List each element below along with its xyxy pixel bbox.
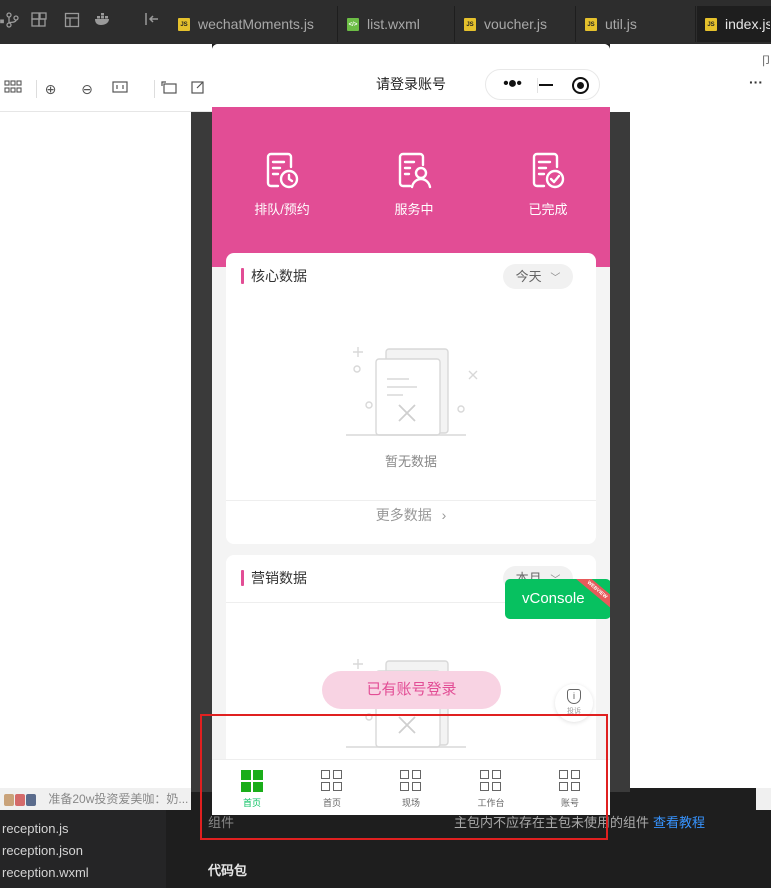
ide-top-bar: ▪ JS wechatMoments.js </> list.wxml JS vouc… — [0, 0, 771, 44]
file-item-reception-js[interactable]: reception.js — [0, 818, 166, 840]
status-strip: 准备20w投资爱美咖：奶... — [0, 788, 191, 810]
empty-state-illustration — [346, 347, 478, 436]
capsule-divider — [537, 78, 538, 93]
avatar — [4, 793, 14, 806]
grid-icon — [559, 770, 581, 792]
editor-left-area — [0, 112, 191, 788]
tab-label: list.wxml — [367, 16, 420, 32]
info-icon: i — [567, 689, 581, 704]
report-label: 投诉 — [567, 708, 581, 715]
empty-state-text: 暂无数据 — [384, 454, 437, 469]
bottom-panel: 组件 主包内不应存在主包未使用的组件 查看教程 代码包 — [166, 810, 771, 888]
header-item-completed[interactable]: 已完成 — [493, 151, 603, 218]
file-item-reception-wxml[interactable]: reception.wxml — [0, 862, 166, 884]
grid-icon[interactable] — [4, 80, 22, 98]
header-item-queue[interactable]: 排队/预约 — [227, 151, 337, 218]
tab-workbench[interactable]: 工作台 — [451, 768, 531, 809]
home-grid-icon — [241, 770, 263, 792]
js-file-icon: JS — [705, 17, 717, 31]
simulator-toolbar: ⊕ ⊖ — [0, 44, 212, 112]
vconsole-button[interactable]: vConsole WEBVIEW — [505, 579, 610, 619]
tab-label: 账号 — [560, 798, 579, 808]
js-file-icon: JS — [585, 17, 597, 31]
more-icon[interactable]: ··· — [749, 74, 763, 90]
js-file-icon: JS — [464, 17, 476, 31]
grid-icon — [480, 770, 502, 792]
card-title: 营销数据 — [241, 567, 307, 589]
avatar — [26, 793, 36, 806]
tab-voucher-js[interactable]: JS voucher.js — [456, 6, 576, 42]
chevron-down-icon: ﹀ — [550, 273, 561, 284]
card-title: 核心数据 — [241, 265, 307, 287]
editor-toolbar-right: 卩 ··· — [610, 44, 771, 112]
core-data-card: 核心数据 今天 ﹀ 暂无数据 更多数据 › — [226, 253, 596, 544]
phone-simulator: 请登录账号 •●• 排队/预约 服务中 已完成 核心数据 今天 ﹀ 暂无数据 更… — [212, 44, 610, 815]
grid-icon — [321, 770, 343, 792]
status-strip-right — [756, 788, 771, 810]
header-label: 服务中 — [394, 202, 434, 217]
tab-label: 首页 — [242, 798, 261, 808]
pin-icon[interactable]: 卩 — [760, 52, 771, 69]
chevron-right-icon: › — [441, 507, 447, 523]
tab-label: 现场 — [401, 798, 420, 808]
tab-label: index.js — [725, 16, 771, 32]
js-file-icon: JS — [178, 17, 190, 31]
header-item-in-service[interactable]: 服务中 — [359, 151, 469, 218]
existing-account-login-button[interactable]: 已有账号登录 — [322, 671, 501, 709]
header-label: 排队/预约 — [254, 202, 310, 217]
tab-index-js[interactable]: JS index.js — [697, 6, 771, 42]
file-tree: reception.js reception.json reception.wx… — [0, 810, 166, 888]
collapse-icon[interactable] — [142, 12, 162, 32]
more-data-label: 更多数据 — [375, 507, 432, 523]
minimize-icon[interactable] — [539, 84, 553, 86]
tab-label: wechatMoments.js — [198, 16, 314, 32]
queue-clock-icon — [266, 152, 299, 189]
package-label: 代码包 — [208, 863, 248, 878]
tab-home[interactable]: 首页 — [292, 768, 372, 809]
zoom-in-icon[interactable]: ⊕ — [36, 80, 60, 98]
tutorial-link[interactable]: 查看教程 — [653, 815, 705, 830]
tab-bar: 首页 首页 现场 工作台 账号 — [212, 759, 610, 815]
tab-label: voucher.js — [484, 16, 548, 32]
tab-account[interactable]: 账号 — [530, 768, 610, 809]
grid-icon — [400, 770, 422, 792]
more-data-link[interactable]: 更多数据 › — [226, 505, 596, 525]
report-button[interactable]: i 投诉 — [555, 684, 593, 722]
capsule-menu: •●• — [485, 69, 600, 100]
status-text: 准备20w投资爱美咖：奶... — [48, 792, 189, 806]
tab-label: util.js — [605, 16, 637, 32]
more-dots-icon[interactable]: •●• — [498, 75, 526, 95]
tab-wechatmoments-js[interactable]: JS wechatMoments.js — [170, 6, 338, 42]
completed-check-icon — [532, 152, 565, 189]
tab-list-wxml[interactable]: </> list.wxml — [339, 6, 455, 42]
header-label: 已完成 — [528, 202, 568, 217]
tab-label: 首页 — [322, 798, 341, 808]
file-item-reception-json[interactable]: reception.json — [0, 840, 166, 862]
wxml-file-icon: </> — [347, 17, 359, 31]
tab-home-active[interactable]: 首页 — [212, 768, 292, 809]
extensions-icon[interactable] — [29, 12, 49, 32]
period-select[interactable]: 今天 ﹀ — [503, 264, 573, 289]
fit-icon[interactable] — [111, 80, 129, 98]
mini-program-nav-bar: 请登录账号 •●• — [212, 44, 610, 107]
period-label: 今天 — [515, 269, 542, 284]
status-header: 排队/预约 服务中 已完成 — [212, 107, 610, 267]
close-target-icon[interactable] — [572, 77, 589, 94]
avatar — [15, 793, 25, 806]
tab-label: 工作台 — [477, 798, 505, 808]
tab-onsite[interactable]: 现场 — [371, 768, 451, 809]
vconsole-label: vConsole — [522, 590, 585, 607]
branch-icon[interactable] — [2, 12, 22, 32]
layout-icon[interactable] — [62, 12, 82, 32]
edit-icon[interactable] — [189, 80, 207, 98]
rotate-icon[interactable] — [154, 80, 178, 98]
zoom-out-icon[interactable]: ⊖ — [78, 80, 96, 98]
service-user-icon — [398, 152, 432, 189]
tab-util-js[interactable]: JS util.js — [577, 6, 696, 42]
docker-icon[interactable] — [93, 12, 113, 32]
card-divider — [226, 500, 596, 501]
editor-right-area — [630, 112, 771, 788]
component-note-text: 主包内不应存在主包未使用的组件 — [454, 815, 650, 830]
